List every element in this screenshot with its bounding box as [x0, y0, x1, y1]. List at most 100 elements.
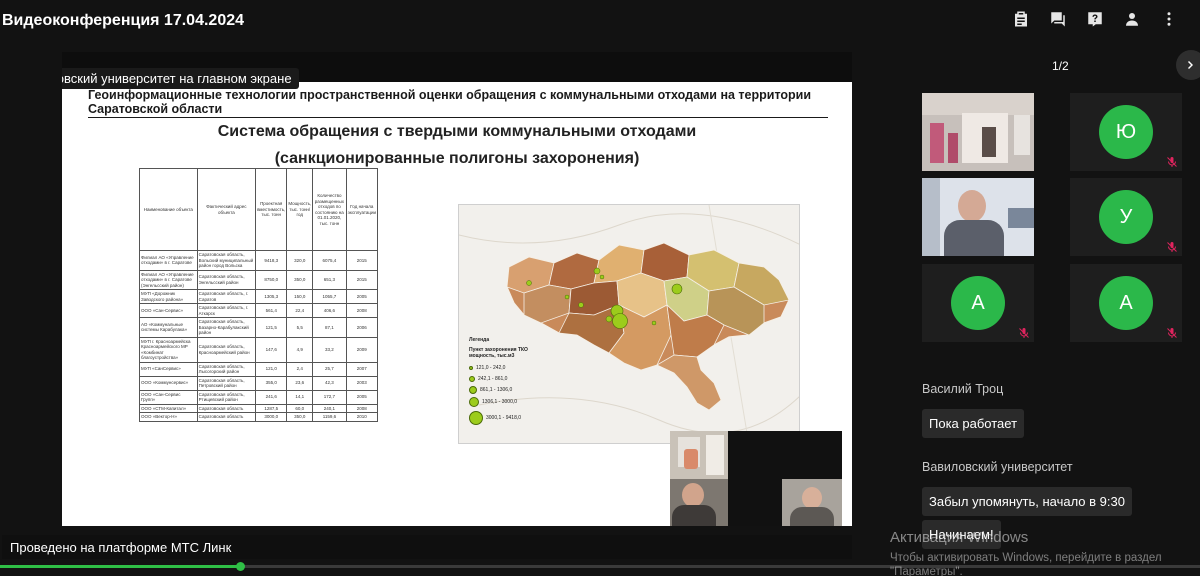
table-cell: 561,4: [255, 303, 288, 318]
table-cell: 651,3: [312, 269, 347, 290]
participant-tile[interactable]: [922, 178, 1034, 256]
participant-tile[interactable]: [922, 93, 1034, 171]
conference-app: Видеоконференция 17.04.2024 Геоинформаци…: [0, 0, 1200, 576]
clipboard-icon[interactable]: [1012, 10, 1030, 28]
avatar: Ю: [1099, 105, 1153, 159]
chat-icon[interactable]: [1049, 10, 1067, 28]
table-row: ООО «СТМ-Капитал» Саратовская область 1287…: [139, 403, 379, 413]
table-cell: Саратовская область, г. Саратов: [196, 289, 257, 304]
table-cell: ООО «Сан-Сервис»: [139, 303, 198, 318]
table-cell: Саратовская область, Вольский муниципаль…: [196, 250, 257, 271]
conference-title: Видеоконференция 17.04.2024: [2, 12, 245, 29]
table-cell: Саратовская область, Красноармейский рай…: [196, 336, 257, 363]
legend-label: 121,0 - 242,0: [476, 364, 506, 371]
table-cell: 355,0: [255, 375, 288, 391]
table-cell: 2015: [345, 250, 379, 271]
legend-label: 3000,1 - 9418,0: [486, 415, 522, 421]
person-icon[interactable]: [1123, 10, 1141, 28]
table-header-cell: Год начала эксплуатации: [345, 168, 379, 251]
table-cell: 22,4: [286, 303, 314, 318]
table-cell: 2008: [345, 403, 379, 413]
legend-item: 3000,1 - 9418,0: [469, 409, 549, 427]
chat-author: Василий Троц: [922, 382, 1004, 396]
table-cell: 4,9: [286, 336, 314, 363]
map-legend: Легенда Пункт захоронения ТКО мощность, …: [469, 337, 549, 427]
table-row: ООО «Коммунсервис» Саратовская область, П…: [139, 375, 379, 391]
table-cell: 241,6: [255, 389, 288, 405]
table-cell: 121,5: [255, 317, 288, 338]
table-cell: ООО «Вектор-Н»: [139, 412, 198, 422]
table-cell: 1055,7: [312, 289, 347, 304]
table-cell: МУП «СанСервис»: [139, 361, 198, 377]
table-row: МУП г. Красноармейска Красноармейского М…: [139, 336, 379, 363]
table-cell: ООО «Коммунсервис»: [139, 375, 198, 391]
table-cell: 1287,5: [255, 403, 288, 413]
table-cell: 1159,6: [312, 412, 347, 422]
top-toolbar: [1012, 10, 1178, 28]
table-cell: 2007: [345, 361, 379, 377]
legend-label: 1306,1 - 3000,0: [482, 399, 518, 405]
table-header-cell: Наименование объекта: [139, 168, 198, 251]
chevron-right-icon: [1188, 61, 1193, 69]
page-indicator: 1/2: [1052, 59, 1069, 73]
windows-activation-title: Активация Windows: [890, 529, 1029, 546]
table-cell: Саратовская область, г. Аткарск: [196, 303, 257, 318]
mic-off-icon: [1166, 326, 1178, 338]
avatar: А: [951, 276, 1005, 330]
help-icon[interactable]: [1086, 10, 1104, 28]
avatar: А: [1099, 276, 1153, 330]
table-cell: Саратовская область, Ртищевский район: [196, 389, 257, 405]
table-cell: 9418,3: [255, 250, 288, 271]
table-row: Филиал АО «Управление отходами» в г. Сар…: [139, 269, 379, 290]
table-cell: 2005: [345, 389, 379, 405]
table-row: АО «Коммунальные системы Карабулака» Сара…: [139, 317, 379, 338]
participant-tile[interactable]: У: [1070, 178, 1182, 256]
table-cell: 25,7: [312, 361, 347, 377]
chat-message: Забыл упомянуть, начало в 9:30: [922, 487, 1132, 516]
pip-video-person: [782, 479, 842, 526]
platform-label: Проведено на платформе МТС Линк: [2, 535, 852, 559]
region-map: Легенда Пункт захоронения ТКО мощность, …: [458, 204, 800, 444]
next-page-button[interactable]: [1176, 50, 1200, 80]
table-cell: Саратовская область: [196, 412, 257, 422]
legend-label: 242,1 - 861,0: [478, 375, 508, 382]
table-cell: 172,7: [312, 389, 347, 405]
table-cell: 8750,0: [255, 269, 288, 290]
progress-knob[interactable]: [236, 562, 245, 571]
table-cell: 240,1: [312, 403, 347, 413]
table-header-row: Наименование объекта Фактический адрес о…: [139, 168, 379, 251]
table-cell: 2008: [345, 303, 379, 318]
table-cell: 350,0: [286, 412, 314, 422]
pip-video-room: [670, 431, 728, 479]
table-cell: 320,0: [286, 250, 314, 271]
table-cell: 1305,3: [255, 289, 288, 304]
table-cell: 2,4: [286, 361, 314, 377]
table-cell: 2003: [345, 375, 379, 391]
participant-tile[interactable]: А: [922, 264, 1034, 342]
presenter-badge: Вавиловский университет на главном экран…: [62, 68, 299, 89]
table-cell: 150,0: [286, 289, 314, 304]
table-cell: 33,2: [312, 336, 347, 363]
table-cell: Филиал АО «Управление отходами» в г. Сар…: [139, 269, 198, 290]
table-cell: 23,6: [286, 375, 314, 391]
table-cell: Саратовская область, Лысогорский район: [196, 361, 257, 377]
chat-author: Вавиловский университет: [922, 460, 1073, 474]
participant-tile[interactable]: А: [1070, 264, 1182, 342]
top-bar: Видеоконференция 17.04.2024: [0, 0, 1200, 44]
table-cell: 6075,4: [312, 250, 347, 271]
more-vertical-icon[interactable]: [1160, 10, 1178, 28]
chat-message: Пока работает: [922, 409, 1025, 438]
legend-item: 1306,1 - 3000,0: [469, 395, 549, 409]
table-cell: 5,5: [286, 317, 314, 338]
legend-dot: [469, 365, 473, 370]
table-cell: 2009: [345, 336, 379, 363]
table-cell: МУП г. Красноармейска Красноармейского М…: [139, 336, 198, 363]
slide-header: Геоинформационные технологии пространств…: [88, 88, 828, 118]
windows-activation-line: Чтобы активировать Windows, перейдите в …: [890, 552, 1162, 564]
participant-tile[interactable]: Ю: [1070, 93, 1182, 171]
table-body: Филиал АО «Управление отходами» в г. Сар…: [139, 250, 379, 422]
table-cell: Филиал АО «Управление отходами» в г. Сар…: [139, 250, 198, 271]
pip-camera[interactable]: [670, 431, 842, 526]
landfill-table: Наименование объекта Фактический адрес о…: [139, 168, 379, 422]
legend-item: 861,1 - 1306,0: [469, 384, 549, 395]
